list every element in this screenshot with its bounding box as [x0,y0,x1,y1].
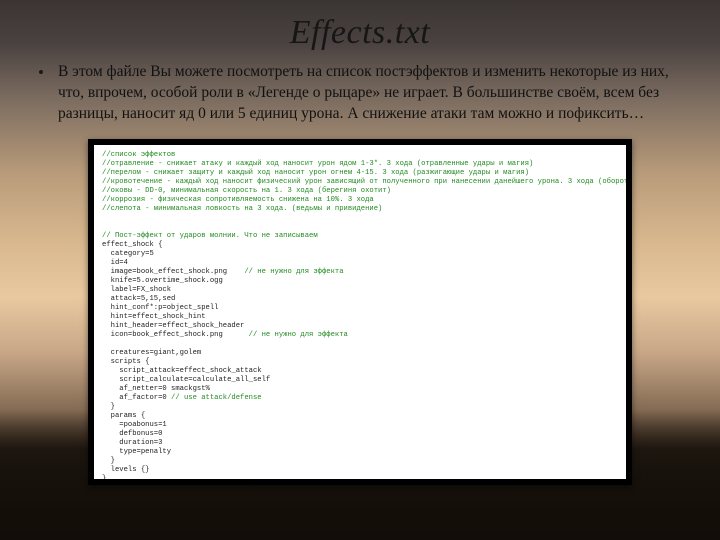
code-screenshot-frame: //список эффектов //отравление - снижает… [88,139,632,485]
slide-container: Effects.txt • В этом файле Вы можете пос… [0,0,720,540]
bullet-marker: • [38,64,44,81]
body-row: • В этом файле Вы можете посмотреть на с… [38,62,682,125]
slide-paragraph: В этом файле Вы можете посмотреть на спи… [58,62,682,125]
code-screenshot-inner: //список эффектов //отравление - снижает… [94,145,626,479]
code-text: //список эффектов //отравление - снижает… [102,151,618,479]
slide-title: Effects.txt [38,14,682,52]
